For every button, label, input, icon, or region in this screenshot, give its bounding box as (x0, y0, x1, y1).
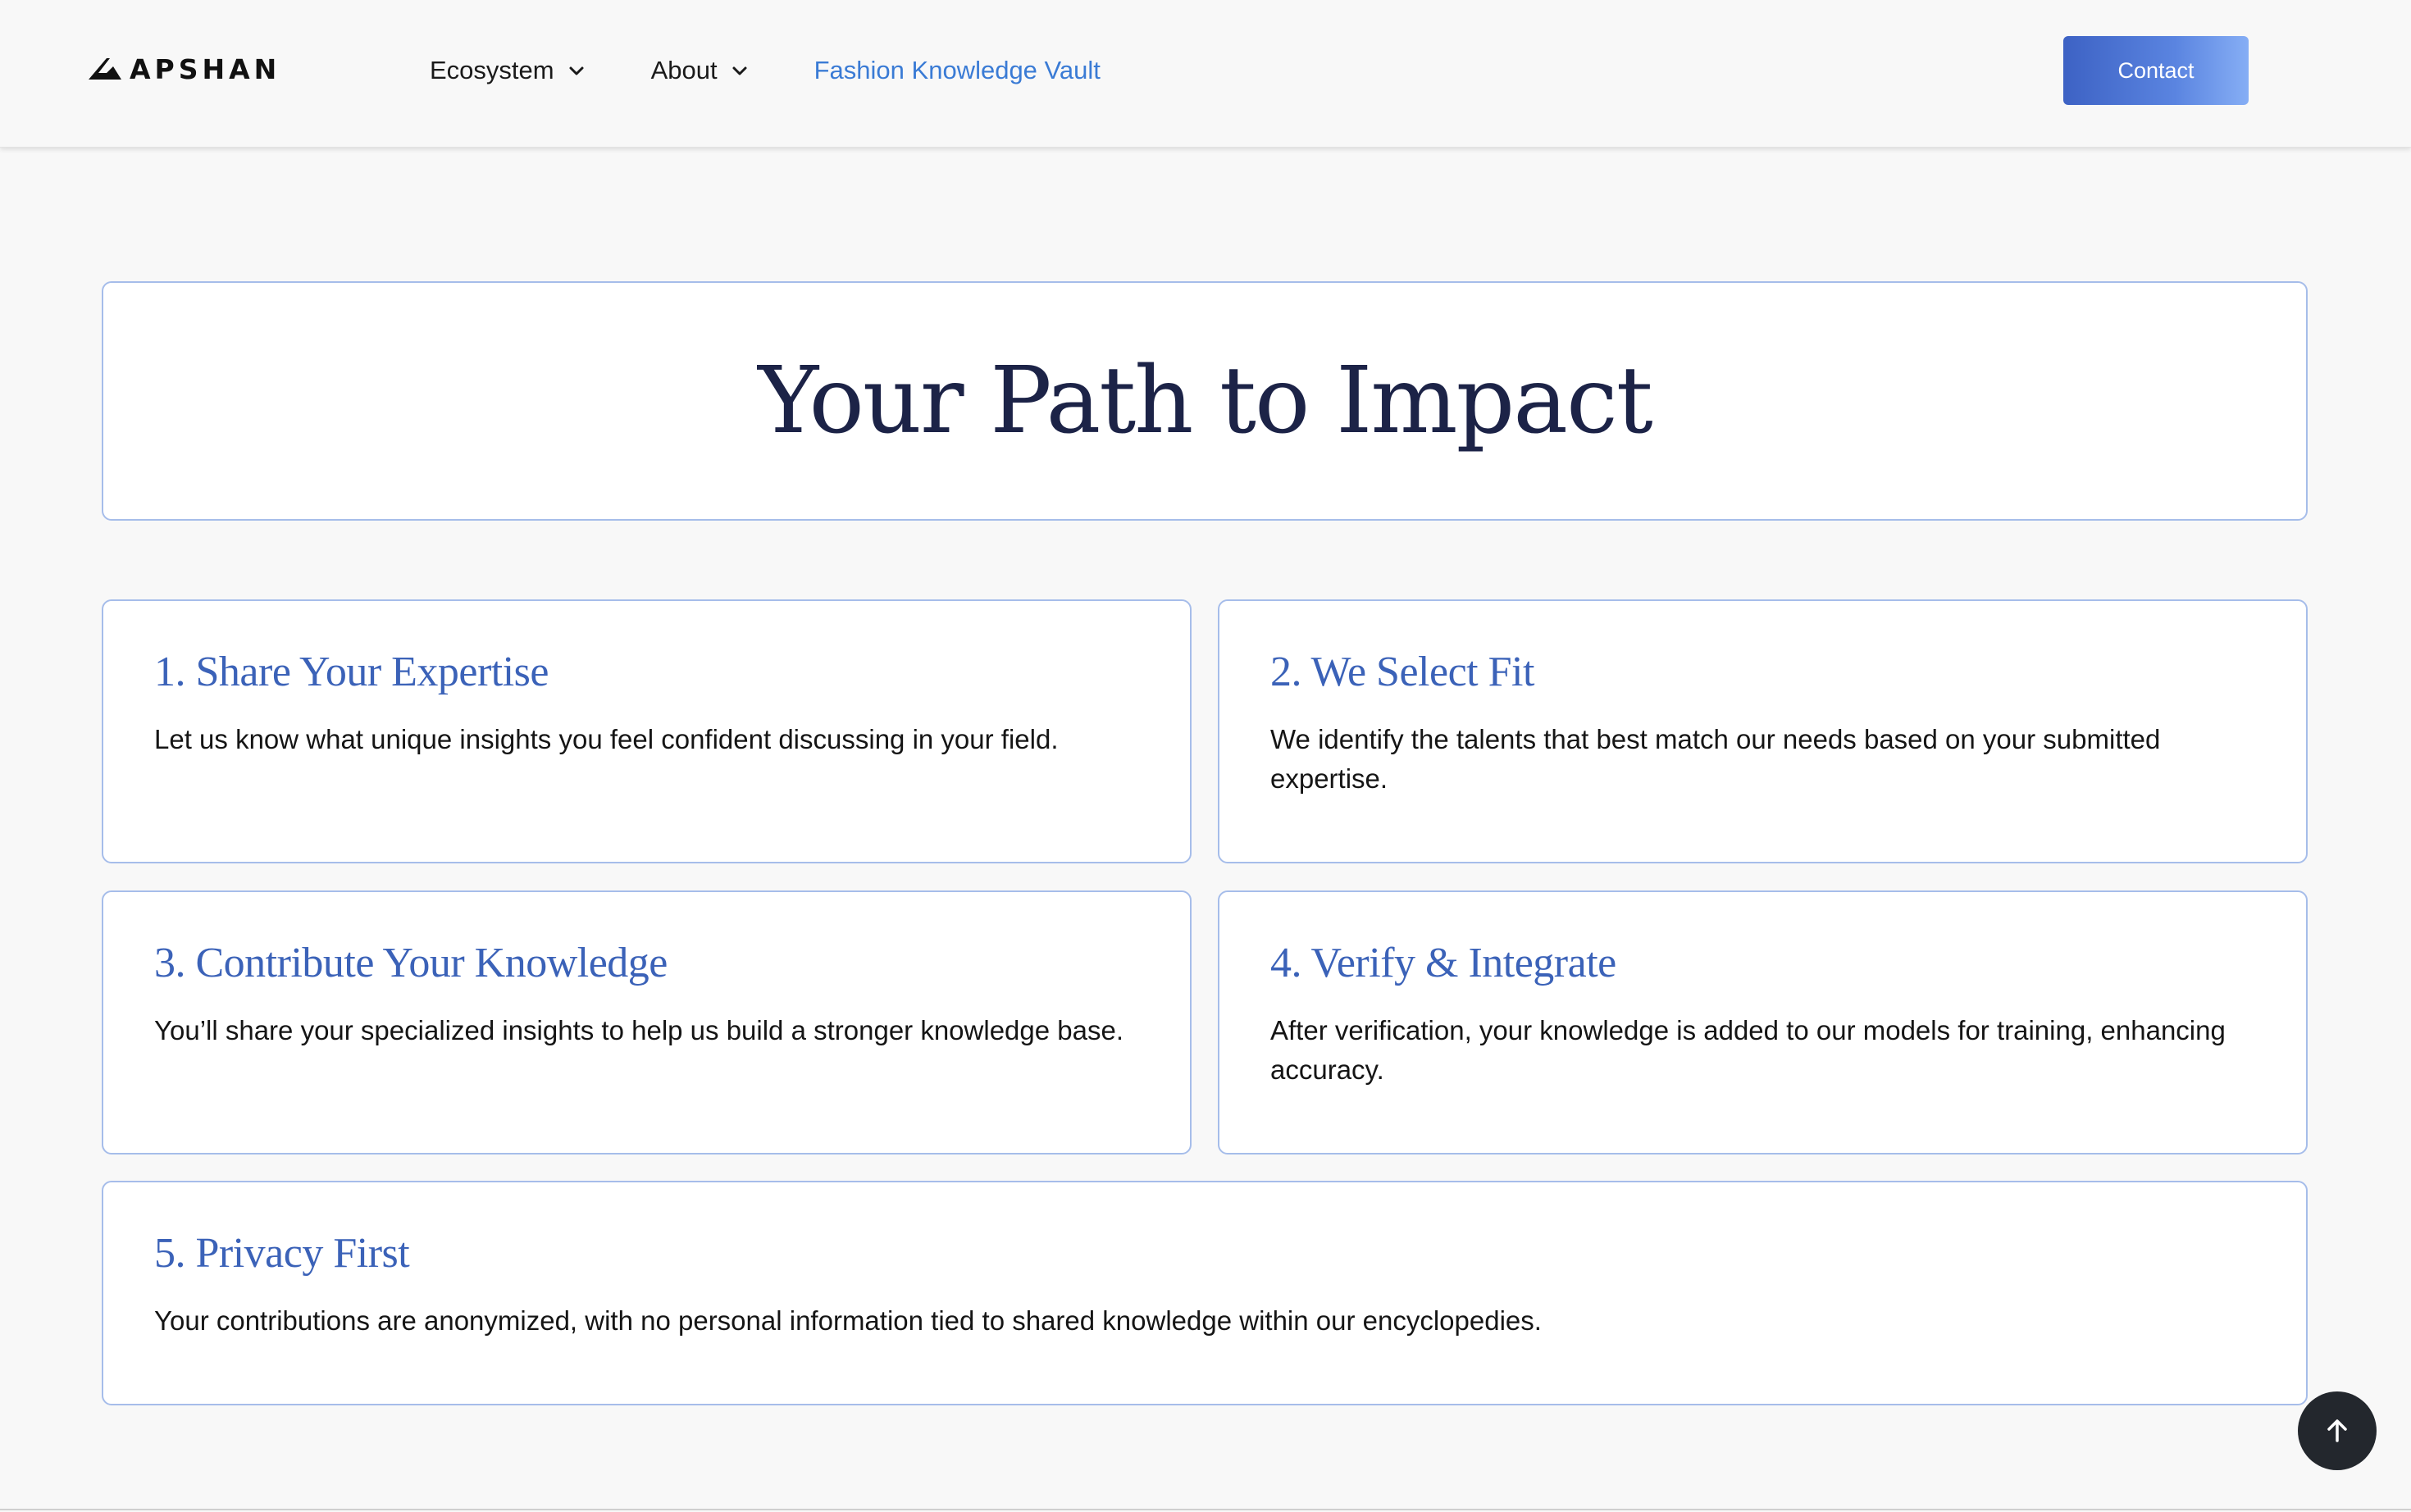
step-description: Your contributions are anonymized, with … (154, 1305, 1542, 1337)
logo-text: APSHAN (130, 52, 281, 85)
step-title: 2. We Select Fit (1270, 649, 1534, 695)
step-title: 5. Privacy First (154, 1230, 410, 1277)
page-bottom-divider (0, 1509, 2411, 1510)
nav-item-about[interactable]: About (651, 51, 749, 90)
nav-item-ecosystem[interactable]: Ecosystem (430, 51, 586, 90)
chevron-down-icon (569, 66, 584, 75)
step-card-select-fit: 2. We Select Fit We identify the talents… (1218, 599, 2308, 863)
arrow-up-icon (2327, 1419, 2347, 1442)
step-title: 3. Contribute Your Knowledge (154, 940, 668, 986)
step-description: After verification, your knowledge is ad… (1270, 1015, 2226, 1086)
step-description: We identify the talents that best match … (1270, 724, 2161, 795)
step-card-privacy-first: 5. Privacy First Your contributions are … (102, 1181, 2308, 1405)
step-title: 1. Share Your Expertise (154, 649, 549, 695)
step-card-verify-integrate: 4. Verify & Integrate After verification… (1218, 890, 2308, 1154)
page-title: Your Path to Impact (758, 348, 1652, 454)
logo-mark-icon (89, 58, 121, 80)
chevron-down-icon (732, 66, 747, 75)
step-card-contribute-knowledge: 3. Contribute Your Knowledge You’ll shar… (102, 890, 1192, 1154)
back-to-top-button[interactable] (2298, 1391, 2377, 1470)
nav-label-about: About (650, 56, 718, 84)
contact-button[interactable]: Contact (2063, 36, 2249, 105)
step-description: You’ll share your specialized insights t… (154, 1015, 1124, 1046)
step-card-share-expertise: 1. Share Your Expertise Let us know what… (102, 599, 1192, 863)
nav-item-fashion-knowledge-vault[interactable]: Fashion Knowledge Vault (814, 51, 1101, 90)
step-title: 4. Verify & Integrate (1270, 940, 1616, 986)
main-nav: Ecosystem About Fashion Knowledge Vault (430, 51, 1166, 90)
apshan-logo[interactable]: APSHAN (89, 52, 280, 85)
hero-section: Your Path to Impact (102, 281, 2308, 521)
step-description: Let us know what unique insights you fee… (154, 724, 1059, 755)
top-navigation-bar: APSHAN Ecosystem About Fashion Knowledge… (0, 0, 2411, 148)
nav-label-ecosystem: Ecosystem (430, 56, 554, 84)
nav-label-fashion-knowledge-vault: Fashion Knowledge Vault (814, 56, 1101, 84)
